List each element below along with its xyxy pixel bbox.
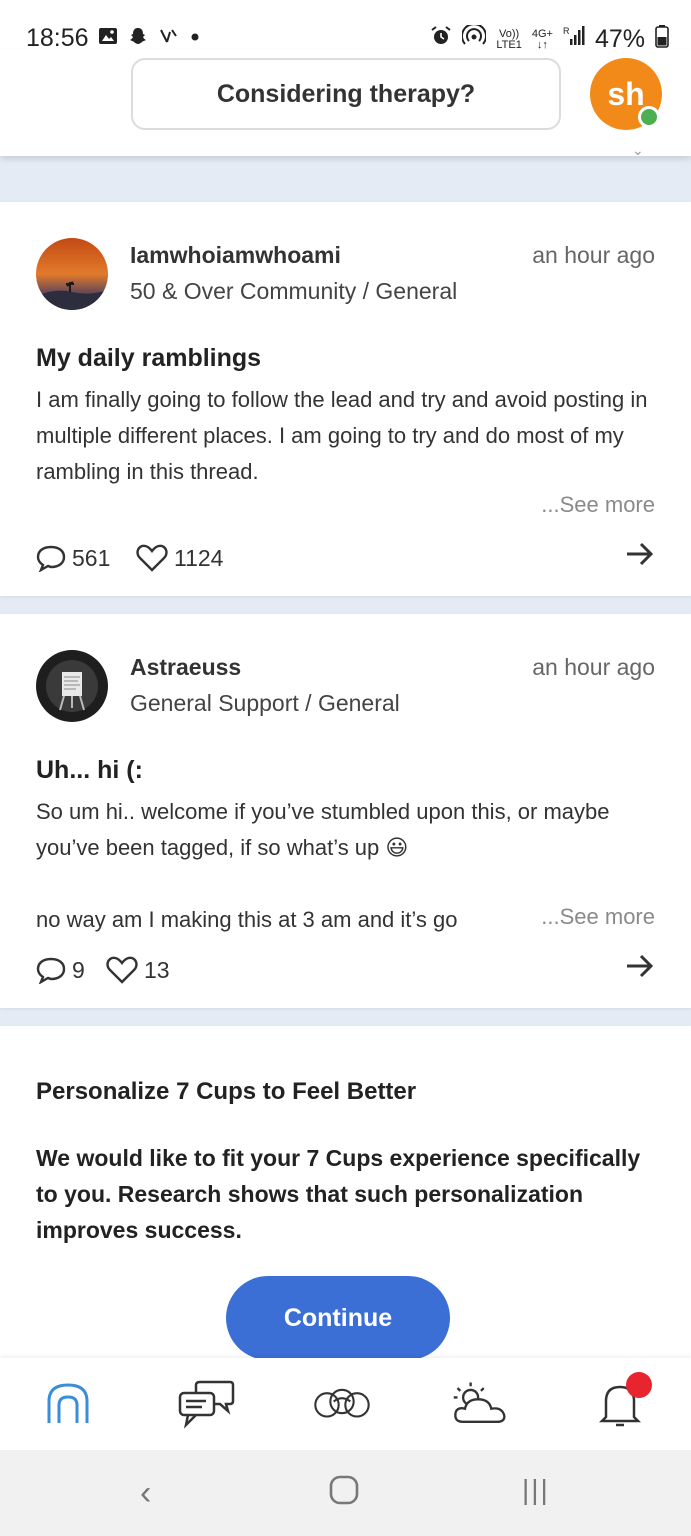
chevron-down-icon: ⌄ [632,142,644,158]
android-navigation-bar: ‹ ||| [0,1450,691,1536]
comment-count-label: 561 [72,544,111,571]
post-card[interactable]: Iamwhoiamwhoami an hour ago 50 & Over Co… [0,202,691,596]
open-post-arrow-icon[interactable] [625,540,655,576]
online-status-dot [638,106,660,128]
network-type: 4G+ ↓↑ [531,27,553,51]
like-count[interactable]: 1124 [136,544,223,572]
nav-community[interactable] [312,1376,372,1432]
considering-therapy-button[interactable]: Considering therapy? [131,58,561,130]
android-back-button[interactable]: ‹ [140,1474,151,1513]
weather-icon [453,1382,506,1423]
bottom-nav [0,1358,691,1450]
comment-icon [36,545,66,572]
missed-call-icon [158,26,180,52]
post-author-avatar[interactable] [36,650,108,722]
home-icon [47,1383,89,1423]
network-type-label: 4G+ [531,27,553,40]
post-card[interactable]: Astraeuss an hour ago General Support / … [0,614,691,1008]
post-body-continued: no way am I making this at 3 am and it’s… [36,907,458,932]
volte-indicator: Vo)) LTE1 [496,27,522,51]
gallery-icon [98,26,118,52]
personalize-title: Personalize 7 Cups to Feel Better [36,1078,417,1105]
heart-icon [106,956,138,984]
top-header: Considering therapy? sh ⌄ [0,50,691,158]
post-username[interactable]: Astraeuss [130,654,241,681]
nav-chat[interactable] [176,1376,236,1432]
volte-top: Vo)) [499,27,520,40]
nav-wellbeing[interactable] [450,1376,510,1432]
post-community[interactable]: General Support / General [130,690,400,717]
notification-badge [626,1372,652,1398]
android-recents-button[interactable]: ||| [522,1474,550,1506]
snapchat-icon [128,26,148,52]
continue-button[interactable]: Continue [226,1276,450,1360]
post-timestamp: an hour ago [532,654,655,680]
volte-bottom: LTE1 [496,38,522,51]
comment-count[interactable]: 9 [36,956,85,984]
like-count-label: 1124 [174,544,224,571]
heart-icon [136,544,168,572]
post-body: So um hi.. welcome if you’ve stumbled up… [36,799,610,860]
personalize-card: Personalize 7 Cups to Feel Better We wou… [0,1026,691,1360]
comment-icon [36,957,66,984]
dot-icon [190,26,200,52]
post-author-avatar[interactable] [36,238,108,310]
data-arrows-icon: ↓↑ [536,38,548,51]
comment-count[interactable]: 561 [36,544,110,572]
android-home-icon [329,1475,359,1505]
personalize-text: We would like to fit your 7 Cups experie… [36,1145,641,1243]
post-title[interactable]: Uh... hi (: [36,756,143,785]
community-icon [314,1388,370,1418]
comment-count-label: 9 [72,956,85,983]
roaming-label: R [563,26,570,36]
post-username[interactable]: Iamwhoiamwhoami [130,242,341,269]
status-time: 18:56 [26,24,89,52]
open-post-arrow-icon[interactable] [625,952,655,988]
post-community[interactable]: 50 & Over Community / General [130,278,457,305]
like-count[interactable]: 13 [106,956,170,984]
post-timestamp: an hour ago [532,242,655,268]
status-left-icons [98,26,200,52]
like-count-label: 13 [144,956,170,983]
nav-home[interactable] [38,1376,98,1432]
see-more-link[interactable]: ...See more [527,492,655,518]
see-more-link[interactable]: ...See more [527,904,655,930]
chat-icon [178,1380,235,1429]
android-home-button[interactable] [328,1474,360,1515]
post-body: I am finally going to follow the lead an… [36,387,648,484]
post-title[interactable]: My daily ramblings [36,344,261,373]
